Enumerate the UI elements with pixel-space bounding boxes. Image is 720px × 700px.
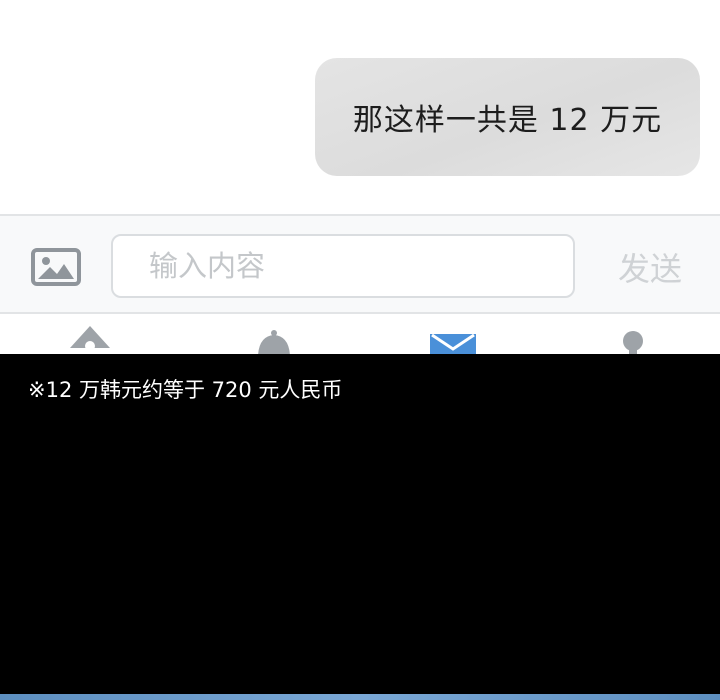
bell-icon xyxy=(258,330,290,354)
message-composer: 发送 xyxy=(0,214,720,314)
person-icon xyxy=(623,331,643,354)
bottom-nav xyxy=(0,314,720,354)
bottom-accent-strip xyxy=(0,694,720,700)
nav-item-profile[interactable] xyxy=(598,314,668,354)
caption-panel: ※12 万韩元约等于 720 元人民币 xyxy=(0,354,720,694)
chat-area: 那这样一共是 12 万元 xyxy=(0,0,720,214)
message-input[interactable] xyxy=(111,234,575,298)
nav-item-home[interactable] xyxy=(55,314,125,354)
caption-note: ※12 万韩元约等于 720 元人民币 xyxy=(28,378,343,402)
message-bubble: 那这样一共是 12 万元 xyxy=(315,58,700,176)
mail-icon xyxy=(430,333,476,354)
send-button[interactable]: 发送 xyxy=(610,244,690,288)
image-icon[interactable] xyxy=(31,248,81,286)
nav-item-messages[interactable] xyxy=(418,314,488,354)
nav-item-notifications[interactable] xyxy=(238,314,308,354)
message-text: 那这样一共是 12 万元 xyxy=(352,103,663,138)
home-icon xyxy=(70,326,110,351)
